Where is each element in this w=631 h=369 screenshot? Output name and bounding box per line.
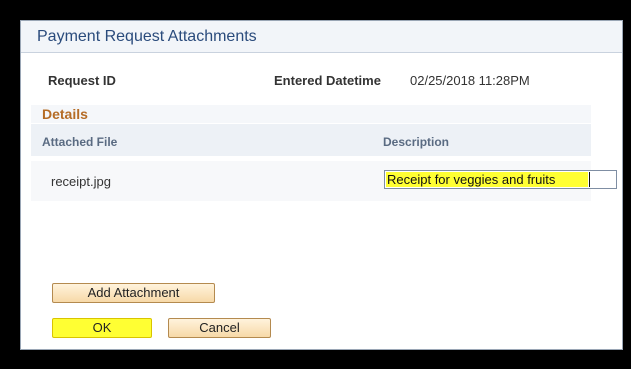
column-header-description: Description [383,135,450,149]
column-header-attached-file: Attached File [42,135,118,149]
cancel-button[interactable]: Cancel [168,318,271,338]
request-id-label: Request ID [48,73,116,88]
description-value: Receipt for veggies and fruits [387,172,556,187]
add-attachment-button[interactable]: Add Attachment [52,283,215,303]
details-section-header [31,105,591,123]
entered-datetime-label: Entered Datetime [274,73,381,88]
attached-file-link[interactable]: receipt.jpg [51,174,111,189]
dialog-title-bar: Payment Request Attachments [21,21,622,53]
details-title: Details [42,106,88,122]
text-cursor [589,172,590,187]
attachments-dialog: Payment Request Attachments Request ID E… [20,20,623,350]
ok-button[interactable]: OK [52,318,152,338]
dialog-title: Payment Request Attachments [37,28,257,45]
description-input[interactable]: Receipt for veggies and fruits [384,170,617,189]
entered-datetime-value: 02/25/2018 11:28PM [410,73,530,88]
